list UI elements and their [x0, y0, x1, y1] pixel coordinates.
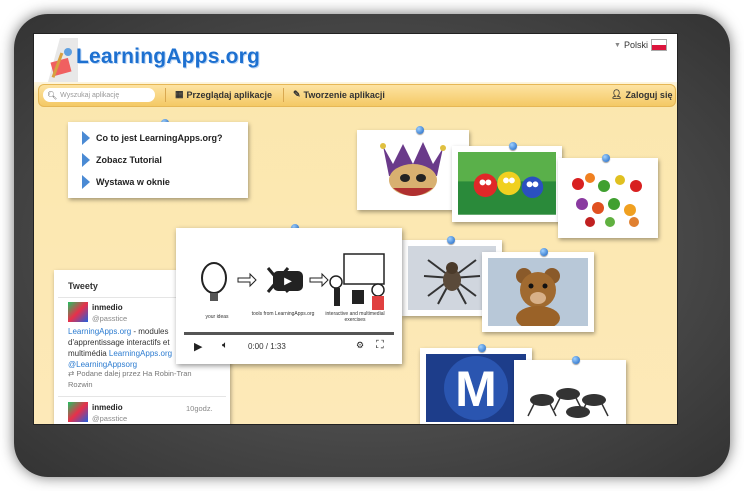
svg-text:M: M — [455, 361, 497, 417]
site-logo[interactable]: LearningApps.org — [76, 45, 260, 69]
edit-icon: ✎ — [293, 89, 301, 99]
divider — [58, 396, 226, 397]
pin-icon — [447, 236, 455, 244]
avatar[interactable] — [68, 402, 88, 422]
tweet-time[interactable]: 10godz. — [186, 404, 213, 413]
retweet-label: Podane dalej przez Ha Robin-Tran Rozwin — [68, 369, 192, 389]
play-button[interactable]: ▶ — [194, 340, 202, 353]
avatar[interactable] — [68, 302, 88, 322]
menu-item-about[interactable]: Co to jest LearningApps.org? — [82, 131, 223, 145]
tweets-title: Tweety — [68, 281, 98, 291]
nav-create-label: Tworzenie aplikacji — [303, 89, 385, 100]
app-thumbnail-vegetables[interactable] — [558, 158, 658, 238]
pin-icon — [572, 356, 580, 364]
tweet-author-handle[interactable]: @passtice — [92, 414, 127, 423]
app-thumbnail-teddy[interactable] — [482, 252, 594, 332]
search-placeholder: Wyszukaj aplikację — [60, 91, 120, 99]
tweet-link[interactable]: LearningApps.org — [109, 349, 172, 358]
info-menu-card: Co to jest LearningApps.org? Zobacz Tuto… — [68, 122, 248, 198]
volume-icon[interactable]: 🔈︎ — [222, 340, 228, 351]
login-label: Zaloguj się — [625, 89, 673, 100]
poland-flag-icon — [651, 39, 667, 51]
video-caption: interactive and multimedial exercises — [325, 311, 385, 323]
nav-divider — [283, 88, 284, 102]
m-logo-image: M — [426, 354, 526, 422]
pin-icon — [509, 142, 517, 150]
menu-item-label: Zobacz Tutorial — [96, 155, 162, 165]
tweet-author-handle[interactable]: @passtice — [92, 314, 127, 323]
teddy-bear-image — [488, 258, 588, 326]
play-icon: ▶ — [284, 275, 292, 287]
login-button[interactable]: 👤︎ Zaloguj się — [611, 89, 672, 100]
video-progress-bar[interactable] — [184, 332, 394, 335]
pin-icon — [602, 154, 610, 162]
vegetables-image — [564, 164, 652, 232]
search-input[interactable]: 🔍︎ Wyszukaj aplikację — [43, 88, 155, 102]
tweet-link[interactable]: LearningApps.org — [68, 327, 131, 336]
menu-item-exhibition[interactable]: Wystawa w oknie — [82, 175, 170, 189]
search-icon: 🔍︎ — [47, 90, 58, 100]
tweet-author-name[interactable]: inmedio — [92, 403, 123, 412]
nav-browse-label: Przeglądaj aplikacje — [186, 89, 273, 100]
retweet-icon: ⇄ — [68, 369, 75, 378]
video-controls: ▶ 🔈︎ 0:00 / 1:33 ⚙ ⛶ — [184, 337, 394, 355]
logo-tools-icon — [48, 38, 78, 82]
horses-image — [520, 366, 620, 424]
app-thumbnail-cartoon[interactable] — [452, 146, 562, 222]
tweet-text: LearningApps.org - modules d'apprentissa… — [68, 326, 176, 370]
user-icon: 👤︎ — [611, 89, 623, 99]
pin-icon — [478, 344, 486, 352]
app-thumbnail-horses[interactable] — [514, 360, 626, 424]
nav-divider — [165, 88, 166, 102]
arrow-right-icon — [82, 153, 90, 167]
arrow-right-icon — [82, 175, 90, 189]
menu-item-label: Wystawa w oknie — [96, 177, 170, 187]
chevron-down-icon: ▼ — [614, 41, 621, 49]
site-header: LearningApps.org ▼ Polski — [34, 34, 677, 82]
video-caption: tools from LearningApps.org — [251, 311, 315, 317]
pin-icon — [416, 126, 424, 134]
tutorial-video-card: your ideas tools from LearningApps.org i… — [176, 228, 402, 364]
menu-item-label: Co to jest LearningApps.org? — [96, 133, 223, 143]
retweet-info: ⇄ Podane dalej przez Ha Robin-Tran Rozwi… — [68, 368, 218, 390]
masks-image — [363, 136, 463, 204]
pin-icon — [540, 248, 548, 256]
arrow-right-icon — [82, 131, 90, 145]
video-time: 0:00 / 1:33 — [248, 342, 286, 351]
language-label: Polski — [623, 40, 648, 50]
nav-browse-apps[interactable]: ▦ Przeglądaj aplikacje — [175, 89, 272, 100]
cartoon-birds-image — [458, 152, 556, 215]
language-selector[interactable]: ▼ Polski — [614, 39, 667, 51]
main-navbar: 🔍︎ Wyszukaj aplikację ▦ Przeglądaj aplik… — [38, 84, 676, 107]
tweet-author-name[interactable]: inmedio — [92, 303, 123, 312]
nav-create-apps[interactable]: ✎ Tworzenie aplikacji — [293, 89, 385, 100]
fullscreen-icon[interactable]: ⛶ — [376, 339, 384, 352]
settings-icon[interactable]: ⚙ — [356, 340, 364, 351]
browser-screen: LearningApps.org ▼ Polski 🔍︎ Wyszukaj ap… — [33, 33, 678, 425]
menu-item-tutorial[interactable]: Zobacz Tutorial — [82, 153, 162, 167]
grid-icon: ▦ — [175, 89, 184, 99]
video-play-overlay-button[interactable]: ▶ — [273, 271, 303, 291]
video-caption: your ideas — [205, 314, 229, 320]
